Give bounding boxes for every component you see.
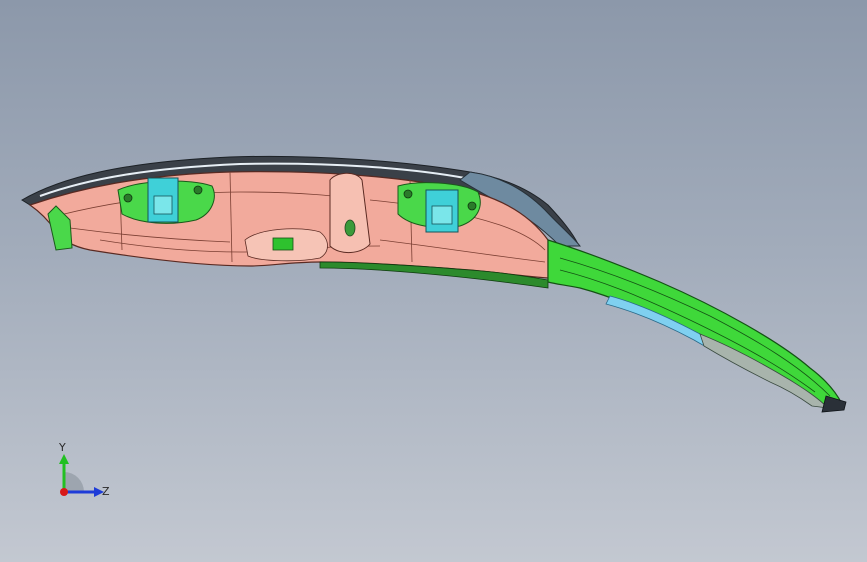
- right-bolt-2: [467, 201, 477, 211]
- y-axis-arrow: [59, 454, 69, 464]
- y-axis-label: Y: [59, 441, 66, 454]
- triad-graphic: [59, 454, 104, 497]
- right-hinge-clip-inner: [431, 205, 453, 225]
- center-hole: [344, 219, 356, 237]
- left-bolt-2: [193, 185, 203, 195]
- left-bolt-1: [123, 193, 133, 203]
- axis-triad: Y Z: [44, 436, 124, 516]
- left-hinge-clip-inner: [153, 195, 173, 215]
- z-axis-label: Z: [102, 485, 110, 498]
- tail-strip[interactable]: [547, 239, 843, 411]
- cad-viewport[interactable]: Y Z: [0, 0, 867, 562]
- lower-clip[interactable]: [272, 237, 294, 251]
- 3d-model[interactable]: [0, 0, 867, 562]
- right-bolt-1: [403, 189, 413, 199]
- tail-tip: [821, 395, 847, 413]
- x-axis-origin: [60, 488, 68, 496]
